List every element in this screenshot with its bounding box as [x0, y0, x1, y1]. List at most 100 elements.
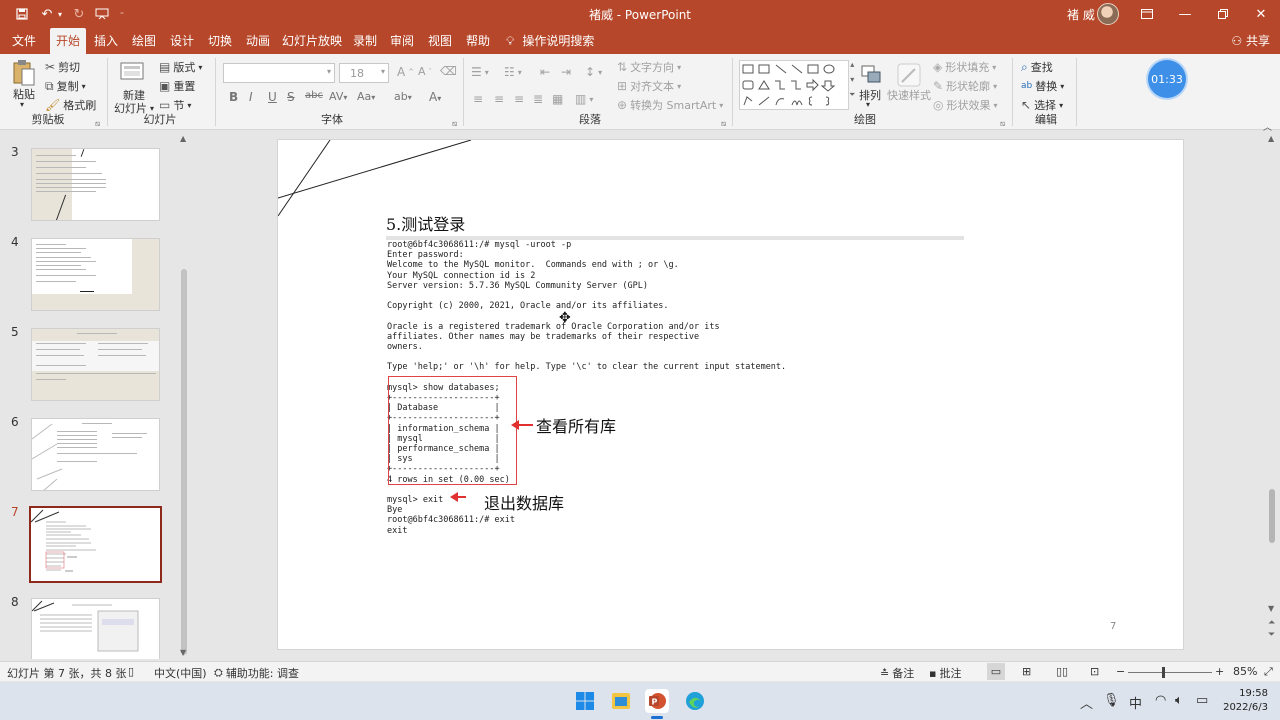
slide-scroll-thumb[interactable] [1269, 489, 1275, 543]
layout-button[interactable]: ▤ 版式 ▾ [159, 59, 202, 75]
tab-animations[interactable]: 动画 [240, 28, 276, 54]
accessibility-button[interactable]: ⛭ 辅助功能: 调查 [214, 665, 299, 681]
quick-styles-button[interactable]: 快速样式 [887, 87, 931, 103]
slide-thumbnail-3[interactable] [31, 148, 160, 221]
minimize-icon[interactable]: — [1166, 0, 1204, 28]
align-right-icon[interactable]: ≡ [514, 92, 524, 106]
slide-thumbnail-5[interactable] [31, 328, 160, 401]
shape-fill-button[interactable]: ◈ 形状填充 ▾ [933, 59, 996, 75]
tab-draw[interactable]: 绘图 [126, 28, 162, 54]
line-spacing-icon[interactable]: ↕ ▾ [585, 65, 602, 79]
italic-icon[interactable]: I [249, 90, 253, 104]
reset-button[interactable]: ▣ 重置 [159, 78, 195, 94]
slide-thumbnail-8[interactable] [31, 598, 160, 659]
increase-indent-icon[interactable]: ⇥ [561, 65, 571, 79]
clear-format-icon[interactable]: ⌫ [440, 64, 457, 78]
tab-slideshow[interactable]: 幻灯片放映 [280, 28, 344, 54]
previous-slide-icon[interactable]: ⏶ [1268, 618, 1275, 628]
thumbnails-scroll-thumb[interactable] [181, 269, 187, 655]
red-arrow-databases[interactable] [511, 420, 533, 430]
recording-timer[interactable]: 01:33 [1148, 60, 1186, 98]
scroll-down-icon[interactable]: ▼ [1268, 604, 1274, 613]
font-name-input[interactable]: ▾ [223, 63, 335, 83]
share-button[interactable]: ⚇ 共享 [1231, 28, 1270, 54]
cut-button[interactable]: ✂ 剪切 [45, 59, 80, 75]
show-hidden-icons[interactable]: ︿ [1080, 693, 1093, 712]
tab-design[interactable]: 设计 [164, 28, 200, 54]
justify-icon[interactable]: ≣ [533, 92, 543, 106]
file-explorer-icon[interactable] [609, 689, 633, 713]
shapes-scroll[interactable]: ▴ ▾ ⏷ [849, 60, 855, 100]
drawing-launcher-icon[interactable]: ⧅ [1000, 119, 1005, 129]
tell-me-search[interactable]: 💡︎ 操作说明搜索 [506, 28, 606, 54]
zoom-level[interactable]: 85% [1233, 665, 1257, 678]
reading-view-icon[interactable]: ▯▯ [1056, 665, 1068, 678]
wifi-icon[interactable]: ◠ [1155, 693, 1166, 708]
shape-effects-button[interactable]: ◎ 形状效果 ▾ [933, 97, 998, 113]
tab-record[interactable]: 录制 [347, 28, 383, 54]
quick-styles-icon[interactable] [894, 60, 924, 90]
collapse-ribbon-icon[interactable]: ︿ [1263, 120, 1272, 133]
red-arrow-exit[interactable] [450, 492, 466, 502]
ribbon-display-icon[interactable] [1128, 0, 1166, 28]
notes-button[interactable]: ≛ 备注 [880, 665, 914, 681]
microphone-icon[interactable]: 🎙︎ [1103, 693, 1120, 708]
slide-thumbnail-4[interactable] [31, 238, 160, 311]
underline-icon[interactable]: U [268, 90, 277, 104]
align-left-icon[interactable]: ≡ [473, 92, 483, 106]
zoom-out-icon[interactable]: − [1116, 665, 1125, 678]
tab-insert[interactable]: 插入 [88, 28, 124, 54]
paragraph-launcher-icon[interactable]: ⧅ [721, 119, 726, 129]
slide-canvas[interactable]: 5.测试登录 root@6bf4c3068611:/# mysql -uroot… [277, 139, 1184, 650]
slideshow-icon[interactable]: ⊡ [1090, 665, 1099, 678]
scroll-down-icon[interactable]: ▼ [180, 648, 186, 657]
find-button[interactable]: ⌕ 查找 [1021, 59, 1053, 75]
close-icon[interactable]: ✕ [1242, 0, 1280, 28]
shadow-icon[interactable]: S [287, 90, 295, 104]
convert-smartart-button[interactable]: ⊕ 转换为 SmartArt ▾ [617, 97, 723, 113]
fit-to-window-icon[interactable]: ⤢ [1264, 665, 1273, 679]
increase-font-icon[interactable]: A ^ [397, 65, 414, 79]
normal-view-icon[interactable]: ▭ [987, 663, 1005, 680]
font-launcher-icon[interactable]: ⧅ [452, 119, 457, 129]
databases-highlight-box[interactable] [388, 376, 517, 485]
font-size-input[interactable]: 18 ▾ [339, 63, 389, 83]
strikethrough-icon[interactable]: abc [305, 90, 323, 101]
volume-icon[interactable]: 🔈︎ [1175, 693, 1183, 708]
customize-qat-icon[interactable]: ⁼ [116, 4, 128, 24]
spellcheck-icon[interactable]: ▯ [128, 665, 134, 678]
tab-help[interactable]: 帮助 [460, 28, 496, 54]
scroll-up-icon[interactable]: ▲ [180, 134, 186, 143]
slide-thumbnail-7[interactable] [29, 506, 162, 583]
thumbnails-scrollbar[interactable]: ▲ ▼ [178, 134, 190, 658]
clipboard-launcher-icon[interactable]: ⧅ [95, 119, 100, 129]
align-center-icon[interactable]: ≡ [494, 92, 504, 106]
callout-exit[interactable]: 退出数据库 [484, 490, 564, 514]
decrease-font-icon[interactable]: Aˇ [418, 65, 432, 78]
shape-outline-button[interactable]: ✎ 形状轮廓 ▾ [933, 78, 997, 94]
avatar[interactable] [1097, 3, 1119, 25]
slide-scrollbar[interactable]: ▲ ▼ ⏶ ⏷ [1266, 134, 1278, 644]
restore-icon[interactable] [1204, 0, 1242, 28]
windows-start-icon[interactable] [573, 689, 597, 713]
slide-sorter-icon[interactable]: ⊞ [1022, 665, 1031, 678]
redo-icon[interactable]: ↻ [68, 4, 90, 24]
new-slide-icon[interactable] [118, 58, 148, 88]
copy-button[interactable]: ⧉ 复制 ▾ [45, 78, 86, 94]
char-spacing-icon[interactable]: AV▾ [329, 90, 347, 103]
align-text-button[interactable]: ⊞ 对齐文本 ▾ [617, 78, 681, 94]
language-indicator[interactable]: 中文(中国) [154, 665, 207, 681]
callout-show-databases[interactable]: 查看所有库 [536, 413, 616, 437]
shapes-gallery[interactable] [739, 60, 849, 110]
undo-dropdown-icon[interactable]: ▾ [54, 4, 66, 24]
font-color-icon[interactable]: A▾ [429, 90, 441, 104]
columns-icon[interactable]: ▥ ▾ [575, 92, 593, 106]
save-icon[interactable] [11, 4, 33, 24]
slide-title[interactable]: 5.测试登录 [386, 211, 465, 235]
bold-icon[interactable]: B [229, 90, 238, 104]
zoom-in-icon[interactable]: + [1215, 665, 1224, 678]
zoom-slider-track[interactable] [1128, 672, 1212, 673]
comments-button[interactable]: ▪ 批注 [929, 665, 961, 681]
change-case-icon[interactable]: Aa▾ [357, 90, 375, 103]
bullets-icon[interactable]: ☰ ▾ [471, 65, 489, 79]
